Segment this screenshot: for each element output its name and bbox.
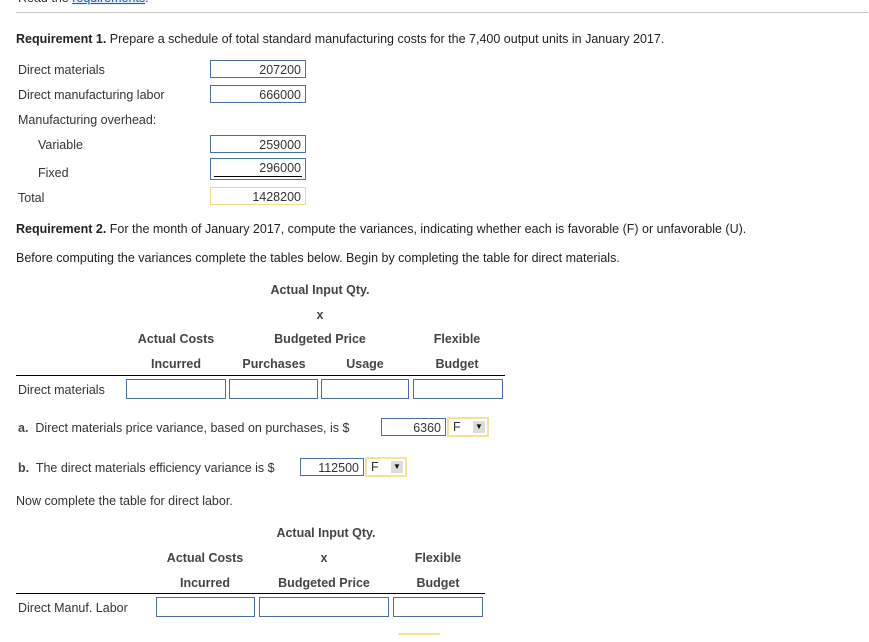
top-divider	[16, 12, 868, 13]
header-x: x	[316, 308, 324, 322]
dl-header-actual-costs: Actual Costs	[166, 551, 244, 565]
dm-purchases-input[interactable]	[229, 379, 318, 399]
header-actual-costs: Actual Costs	[137, 332, 215, 346]
row-label-total: Total	[18, 191, 45, 205]
dm-usage-input[interactable]	[321, 379, 409, 399]
read-requirements-line: Read the requirements.	[18, 0, 149, 5]
requirement-1-description: Prepare a schedule of total standard man…	[109, 32, 665, 46]
direct-labor-input[interactable]: 666000	[210, 85, 306, 103]
header-flexible: Flexible	[433, 332, 481, 346]
dl-header-budgeted-price: Budgeted Price	[278, 576, 370, 590]
dropdown-arrow-icon: ▼	[391, 461, 403, 473]
efficiency-variance-input[interactable]: 112500	[300, 458, 364, 476]
dl-actual-costs-input[interactable]	[156, 597, 255, 617]
variable-overhead-input[interactable]: 259000	[210, 135, 306, 153]
dl-row-label: Direct Manuf. Labor	[18, 601, 128, 615]
header-budgeted-price: Budgeted Price	[274, 332, 366, 346]
fixed-overhead-input[interactable]: 296000	[210, 158, 306, 180]
dl-header-incurred: Incurred	[179, 576, 230, 590]
part-a-text: a. Direct materials price variance, base…	[18, 421, 349, 435]
dm-row-label: Direct materials	[18, 383, 105, 397]
dl-table-rule	[16, 593, 485, 594]
dm-actual-costs-input[interactable]	[126, 379, 226, 399]
requirement-1-text: Requirement 1. Prepare a schedule of tot…	[16, 32, 664, 46]
dropdown-arrow-icon: ▼	[473, 421, 485, 433]
row-label-direct-materials: Direct materials	[18, 63, 105, 77]
dl-header-flexible: Flexible	[414, 551, 462, 565]
header-incurred: Incurred	[150, 357, 201, 371]
header-purchases: Purchases	[242, 357, 306, 371]
price-variance-selection: F	[453, 420, 461, 434]
instruction-text: Before computing the variances complete …	[16, 251, 620, 265]
header-usage: Usage	[346, 357, 384, 371]
dm-table-rule	[16, 375, 505, 376]
requirement-2-text: Requirement 2. For the month of January …	[16, 222, 746, 236]
read-suffix: .	[145, 0, 148, 5]
row-label-direct-labor: Direct manufacturing labor	[18, 88, 165, 102]
row-label-overhead: Manufacturing overhead:	[18, 113, 157, 127]
row-label-fixed: Fixed	[38, 166, 69, 180]
part-a-letter: a.	[18, 421, 29, 435]
dl-budgeted-price-input[interactable]	[259, 597, 389, 617]
part-b-letter: b.	[18, 461, 30, 475]
requirement-1-label: Requirement 1.	[16, 32, 107, 46]
price-variance-fu-select[interactable]: F ▼	[447, 417, 489, 437]
part-a-description: Direct materials price variance, based o…	[35, 421, 350, 435]
efficiency-variance-fu-select[interactable]: F ▼	[365, 457, 407, 477]
header-actual-input-qty: Actual Input Qty.	[270, 283, 370, 297]
dl-header-actual-input-qty: Actual Input Qty.	[276, 526, 376, 540]
requirement-2-label: Requirement 2.	[16, 222, 107, 236]
dl-flexible-budget-input[interactable]	[393, 597, 483, 617]
price-variance-input[interactable]: 6360	[381, 418, 446, 436]
total-input[interactable]: 1428200	[210, 187, 306, 205]
row-label-variable: Variable	[38, 138, 83, 152]
next-dropdown-partial[interactable]	[398, 633, 440, 635]
requirements-link[interactable]: requirements	[72, 0, 146, 5]
direct-materials-input[interactable]: 207200	[210, 60, 306, 78]
dl-header-x: x	[320, 551, 328, 565]
dm-flexible-budget-input[interactable]	[413, 379, 503, 399]
requirement-2-description: For the month of January 2017, compute t…	[109, 222, 747, 236]
read-prefix: Read the	[18, 0, 69, 5]
labor-instruction: Now complete the table for direct labor.	[16, 494, 233, 508]
dl-header-budget: Budget	[416, 576, 460, 590]
part-b-text: b. The direct materials efficiency varia…	[18, 461, 275, 475]
header-budget: Budget	[435, 357, 479, 371]
efficiency-variance-selection: F	[371, 460, 379, 474]
part-b-description: The direct materials efficiency variance…	[35, 461, 275, 475]
